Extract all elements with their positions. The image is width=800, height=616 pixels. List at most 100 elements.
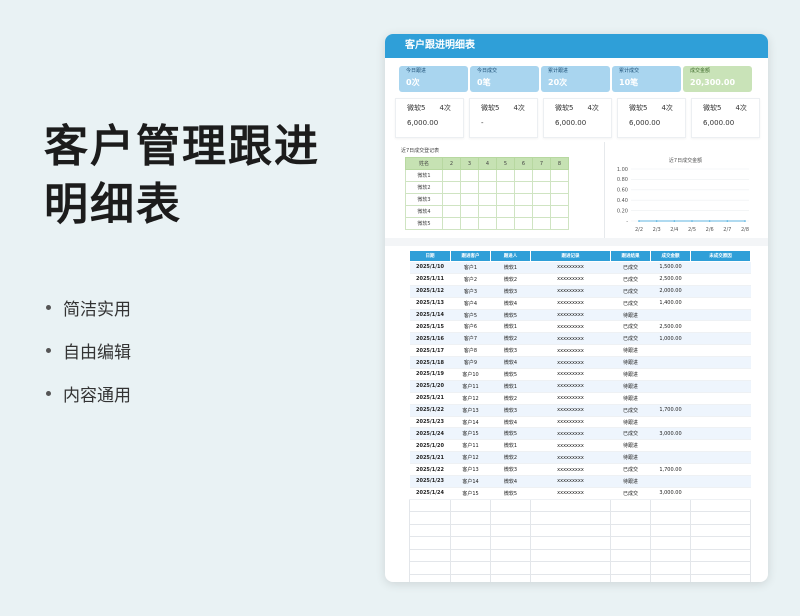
column-header: 跟进结果 bbox=[610, 250, 651, 262]
mini-cell bbox=[460, 169, 479, 182]
table-cell bbox=[650, 356, 691, 370]
empty-cell bbox=[610, 498, 651, 513]
y-tick-label: 0.80 bbox=[617, 177, 628, 183]
table-cell bbox=[690, 261, 751, 274]
table-cell bbox=[650, 451, 691, 465]
table-cell: 2025/1/21 bbox=[409, 451, 451, 465]
column-header: 日期 bbox=[409, 250, 451, 262]
table-cell: xxxxxxxxx bbox=[530, 392, 611, 405]
table-cell: 客户14 bbox=[450, 475, 491, 488]
table-cell: 客户9 bbox=[450, 356, 491, 370]
table-row: 2025/1/13 客户4 微软4 xxxxxxxxx 已成交 1,400.00 bbox=[409, 297, 751, 310]
mini-cell bbox=[442, 169, 461, 182]
stat-value: 0笔 bbox=[477, 78, 491, 87]
empty-cell bbox=[490, 523, 531, 538]
table-cell bbox=[690, 320, 751, 334]
empty-cell bbox=[530, 548, 611, 563]
table-cell: 2025/1/10 bbox=[409, 261, 451, 274]
table-row: 2025/1/12 客户3 微软3 xxxxxxxxx 已成交 2,000.00 bbox=[409, 285, 751, 298]
table-cell: 客户7 bbox=[450, 332, 491, 346]
table-cell: 微软4 bbox=[490, 356, 531, 370]
stat-label: 累计跟进 bbox=[548, 68, 569, 74]
table-cell: 2025/1/23 bbox=[409, 475, 451, 488]
table-cell: 微软1 bbox=[490, 380, 531, 393]
table-row: 2025/1/17 客户8 微软3 xxxxxxxxx 待跟进 bbox=[409, 344, 751, 358]
table-row: 2025/1/22 客户13 微软3 xxxxxxxxx 已成交 1,700.00 bbox=[409, 404, 751, 417]
table-row: 2025/1/19 客户10 微软5 xxxxxxxxx 待跟进 bbox=[409, 368, 751, 381]
mini-cell bbox=[514, 181, 533, 194]
table-cell bbox=[690, 451, 751, 465]
table-row: 2025/1/10 客户1 微软1 xxxxxxxxx 已成交 1,500.00 bbox=[409, 261, 751, 274]
mini-cell bbox=[532, 217, 551, 230]
table-cell: 已成交 bbox=[610, 261, 651, 274]
empty-cell bbox=[490, 536, 531, 550]
empty-cell bbox=[650, 536, 691, 550]
table-cell: 1,700.00 bbox=[650, 404, 691, 417]
card-name: 微软5 bbox=[555, 104, 574, 112]
feature-list: 简洁实用 自由编辑 内容通用 bbox=[46, 286, 131, 415]
empty-cell bbox=[650, 561, 691, 575]
table-cell: xxxxxxxxx bbox=[530, 368, 611, 381]
mini-cell bbox=[496, 217, 515, 230]
empty-cell bbox=[530, 523, 611, 538]
data-point bbox=[726, 220, 729, 222]
mini-table-row: 微软1 bbox=[405, 169, 569, 182]
table-row: 2025/1/18 客户9 微软4 xxxxxxxxx 待跟进 bbox=[409, 356, 751, 370]
mini-table-row: 微软4 bbox=[405, 205, 569, 218]
table-cell: 2,000.00 bbox=[650, 285, 691, 298]
table-cell: 客户5 bbox=[450, 309, 491, 322]
mini-cell bbox=[478, 217, 497, 230]
empty-cell bbox=[690, 523, 751, 538]
table-cell: xxxxxxxxx bbox=[530, 320, 611, 334]
table-cell: 2025/1/22 bbox=[409, 404, 451, 417]
bullet-dot-icon bbox=[46, 348, 51, 353]
mini-row-name: 微软3 bbox=[405, 193, 443, 206]
mini-cell bbox=[514, 217, 533, 230]
empty-cell bbox=[490, 548, 531, 563]
mini-cell bbox=[514, 205, 533, 218]
table-cell bbox=[690, 416, 751, 429]
table-cell: 2025/1/17 bbox=[409, 344, 451, 358]
column-header: 跟进记录 bbox=[530, 250, 611, 262]
person-card: 微软5 4次 6,000.00 bbox=[617, 98, 686, 138]
mini-cell bbox=[532, 205, 551, 218]
mini-table: 姓名 2 3 4 5 6 7 8 微软1 微软2 微软3 微软4 微软5 bbox=[405, 157, 569, 230]
table-row: 2025/1/14 客户5 微软5 xxxxxxxxx 待跟进 bbox=[409, 309, 751, 322]
table-cell: 已成交 bbox=[610, 463, 651, 477]
table-cell bbox=[690, 475, 751, 488]
table-cell: 3,000.00 bbox=[650, 487, 691, 500]
card-name: 微软5 bbox=[407, 104, 426, 112]
stat-label: 今日成交 bbox=[477, 68, 498, 74]
table-cell: 2,500.00 bbox=[650, 273, 691, 286]
empty-cell bbox=[450, 498, 491, 513]
feature-label: 简洁实用 bbox=[63, 300, 131, 320]
empty-row bbox=[409, 523, 751, 538]
table-cell: 微软5 bbox=[490, 487, 531, 500]
mini-cell bbox=[460, 205, 479, 218]
table-cell: xxxxxxxxx bbox=[530, 451, 611, 465]
empty-cell bbox=[610, 561, 651, 575]
stat-total-deals: 累计成交 10笔 bbox=[612, 66, 681, 92]
stat-value: 20次 bbox=[548, 78, 568, 87]
x-tick-label: 2/4 bbox=[670, 227, 678, 233]
data-point bbox=[708, 220, 711, 222]
table-row: 2025/1/22 客户13 微软3 xxxxxxxxx 已成交 1,700.00 bbox=[409, 463, 751, 477]
table-row: 2025/1/24 客户15 微软5 xxxxxxxxx 已成交 3,000.00 bbox=[409, 487, 751, 500]
x-tick-label: 2/6 bbox=[706, 227, 714, 233]
table-cell: 微软1 bbox=[490, 320, 531, 334]
table-row: 2025/1/11 客户2 微软2 xxxxxxxxx 已成交 2,500.00 bbox=[409, 273, 751, 286]
table-cell: 微软4 bbox=[490, 416, 531, 429]
data-point bbox=[638, 220, 640, 222]
mini-cell bbox=[478, 205, 497, 218]
feature-label: 自由编辑 bbox=[63, 343, 131, 363]
table-cell bbox=[650, 416, 691, 429]
table-cell: 客户10 bbox=[450, 368, 491, 381]
card-count: 4次 bbox=[735, 104, 747, 112]
summary-section: 近7日成交登记表 姓名 2 3 4 5 6 7 8 微软1 微软2 微软3 微软4 微软5 近7日成交金… bbox=[391, 142, 762, 238]
table-cell: xxxxxxxxx bbox=[530, 356, 611, 370]
table-cell: xxxxxxxxx bbox=[530, 273, 611, 286]
data-point bbox=[744, 220, 746, 222]
table-cell: 客户15 bbox=[450, 427, 491, 441]
table-cell: 客户1 bbox=[450, 261, 491, 274]
person-card: 微软5 4次 6,000.00 bbox=[691, 98, 760, 138]
